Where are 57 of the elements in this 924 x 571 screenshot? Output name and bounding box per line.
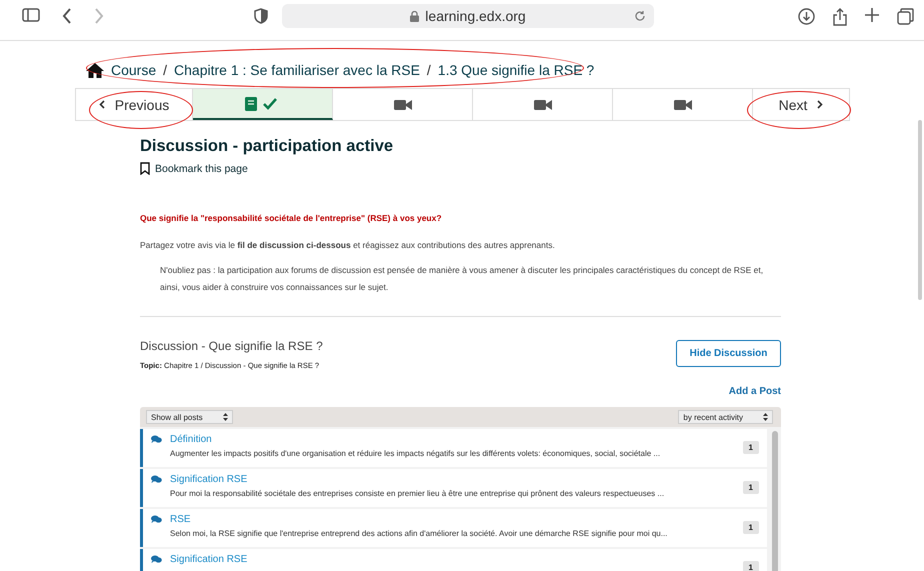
video-camera-icon: [394, 98, 412, 110]
breadcrumb-link[interactable]: Chapitre 1 : Se familiariser avec la RSE: [174, 62, 420, 78]
updown-icon: [763, 413, 768, 421]
reload-icon[interactable]: [634, 10, 646, 22]
lock-icon: [410, 10, 420, 22]
sort-select[interactable]: by recent activity: [678, 410, 773, 424]
comments-icon: [151, 515, 162, 524]
chevron-icon: [98, 100, 105, 109]
comment-count: 1: [742, 481, 759, 494]
sidebar-icon[interactable]: [22, 8, 40, 22]
breadcrumb-separator: /: [163, 62, 168, 78]
home-icon[interactable]: [86, 62, 104, 78]
bookmark-icon: [140, 162, 150, 175]
post-item[interactable]: Définition Augmenter les impacts positifs d'une organisation et réduire les impacts négatifs sur les différents volets: économiques, social, sociétale ... 1: [140, 429, 767, 467]
hide-discussion-button[interactable]: Hide Discussion: [676, 340, 781, 367]
video-camera-icon: [534, 98, 552, 110]
post-title: RSE: [170, 514, 191, 525]
filter-select[interactable]: Show all posts: [146, 410, 233, 424]
intro-paragraph: Partagez votre avis via le fil de discussion ci-dessous et réagissez aux contributions des autres apprenants.: [140, 240, 556, 250]
page-scrollbar[interactable]: [918, 120, 922, 300]
video-camera-icon: [674, 98, 692, 110]
discussion-title: Discussion - Que signifie la RSE ?: [140, 339, 323, 353]
bookmark-link[interactable]: Bookmark this page: [140, 162, 781, 175]
breadcrumb-link[interactable]: Course: [111, 62, 156, 78]
plus-icon[interactable]: [865, 8, 879, 22]
question-text: Que signifie la "responsabilité sociétale de l'entreprise" (RSE) à vos yeux?: [140, 213, 443, 223]
comments-icon: [151, 555, 162, 564]
comment-count: 1: [742, 441, 759, 454]
post-title: Signification RSE: [170, 474, 248, 485]
scrollbar[interactable]: [772, 431, 778, 571]
unit-tab[interactable]: [193, 89, 333, 120]
back-icon[interactable]: [62, 8, 72, 24]
post-item[interactable]: Signification RSE Pour moi la responsabilité sociétale des entreprises consiste en premier lieu à être une entreprise qui prônent des valeurs respectueuses ... 1: [140, 469, 767, 507]
post-item[interactable]: Signification RSE 1: [140, 549, 767, 571]
updown-icon: [222, 413, 228, 421]
address-bar[interactable]: learning.edx.org: [282, 4, 654, 28]
unit-title: Discussion - participation active: [140, 137, 394, 156]
comments-icon: [151, 475, 162, 484]
breadcrumb-separator: /: [426, 62, 431, 78]
add-post-link[interactable]: Add a Post: [728, 386, 781, 397]
tabs-icon[interactable]: [897, 8, 914, 25]
url-text: learning.edx.org: [425, 8, 526, 24]
post-excerpt: Augmenter les impacts positifs d'une organisation et réduire les impacts négatifs sur les différents volets: économiques, social, sociétale ...: [170, 449, 662, 458]
breadcrumb-link[interactable]: 1.3 Que signifie la RSE ?: [438, 62, 594, 78]
share-icon[interactable]: [833, 8, 847, 26]
chevron-icon: [817, 100, 824, 109]
post-excerpt: Selon moi, la RSE signifie que l'entreprise entreprend des actions afin d'améliorer la société. Avoir une démarche RSE signifie pour moi qu...: [170, 529, 668, 538]
download-icon[interactable]: [798, 8, 815, 25]
note-paragraph: N'oubliez pas : la participation aux forums de discussion est pensée de manière à vous amener à discuter les principales caractéristiques du concept de RSE et, ainsi, vous aider à construire vos connaissances sur le sujet.: [160, 264, 764, 294]
shield-icon[interactable]: [254, 8, 268, 24]
comment-count: 1: [742, 521, 759, 534]
post-item[interactable]: RSE Selon moi, la RSE signifie que l'entreprise entreprend des actions afin d'améliorer la société. Avoir une démarche RSE signifie pour moi qu... 1: [140, 509, 767, 547]
comment-count: 1: [742, 561, 759, 571]
post-title: Signification RSE: [170, 554, 248, 565]
comments-icon: [151, 435, 162, 444]
post-title: Définition: [170, 434, 212, 445]
post-excerpt: Pour moi la responsabilité sociétale des entreprises consiste en premier lieu à être une entreprise qui prônent des valeurs respectueuses ...: [170, 489, 666, 498]
